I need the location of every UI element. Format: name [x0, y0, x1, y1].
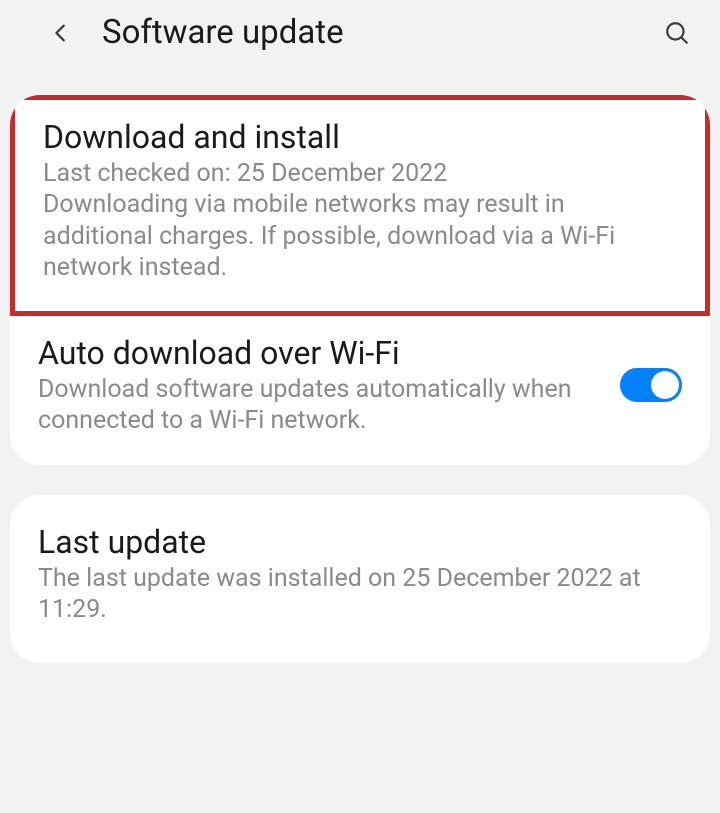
auto-download-title: Auto download over Wi-Fi	[38, 334, 600, 372]
header: Software update	[0, 0, 720, 65]
last-update-title: Last update	[38, 523, 682, 561]
back-icon[interactable]	[50, 22, 72, 44]
auto-download-subtitle: Download software updates automatically …	[38, 374, 600, 437]
settings-card-1: Download and install Last checked on: 25…	[10, 95, 710, 465]
search-icon[interactable]	[664, 20, 690, 46]
page-title: Software update	[102, 13, 664, 52]
last-update-item[interactable]: Last update The last update was installe…	[10, 495, 710, 664]
last-update-subtitle: The last update was installed on 25 Dece…	[38, 563, 682, 626]
download-install-title: Download and install	[43, 118, 677, 156]
download-install-item[interactable]: Download and install Last checked on: 25…	[10, 95, 710, 316]
download-install-subtitle: Last checked on: 25 December 2022 Downlo…	[43, 158, 677, 283]
auto-download-item[interactable]: Auto download over Wi-Fi Download softwa…	[10, 316, 710, 465]
toggle-knob	[651, 371, 679, 399]
auto-download-toggle[interactable]	[620, 368, 682, 402]
